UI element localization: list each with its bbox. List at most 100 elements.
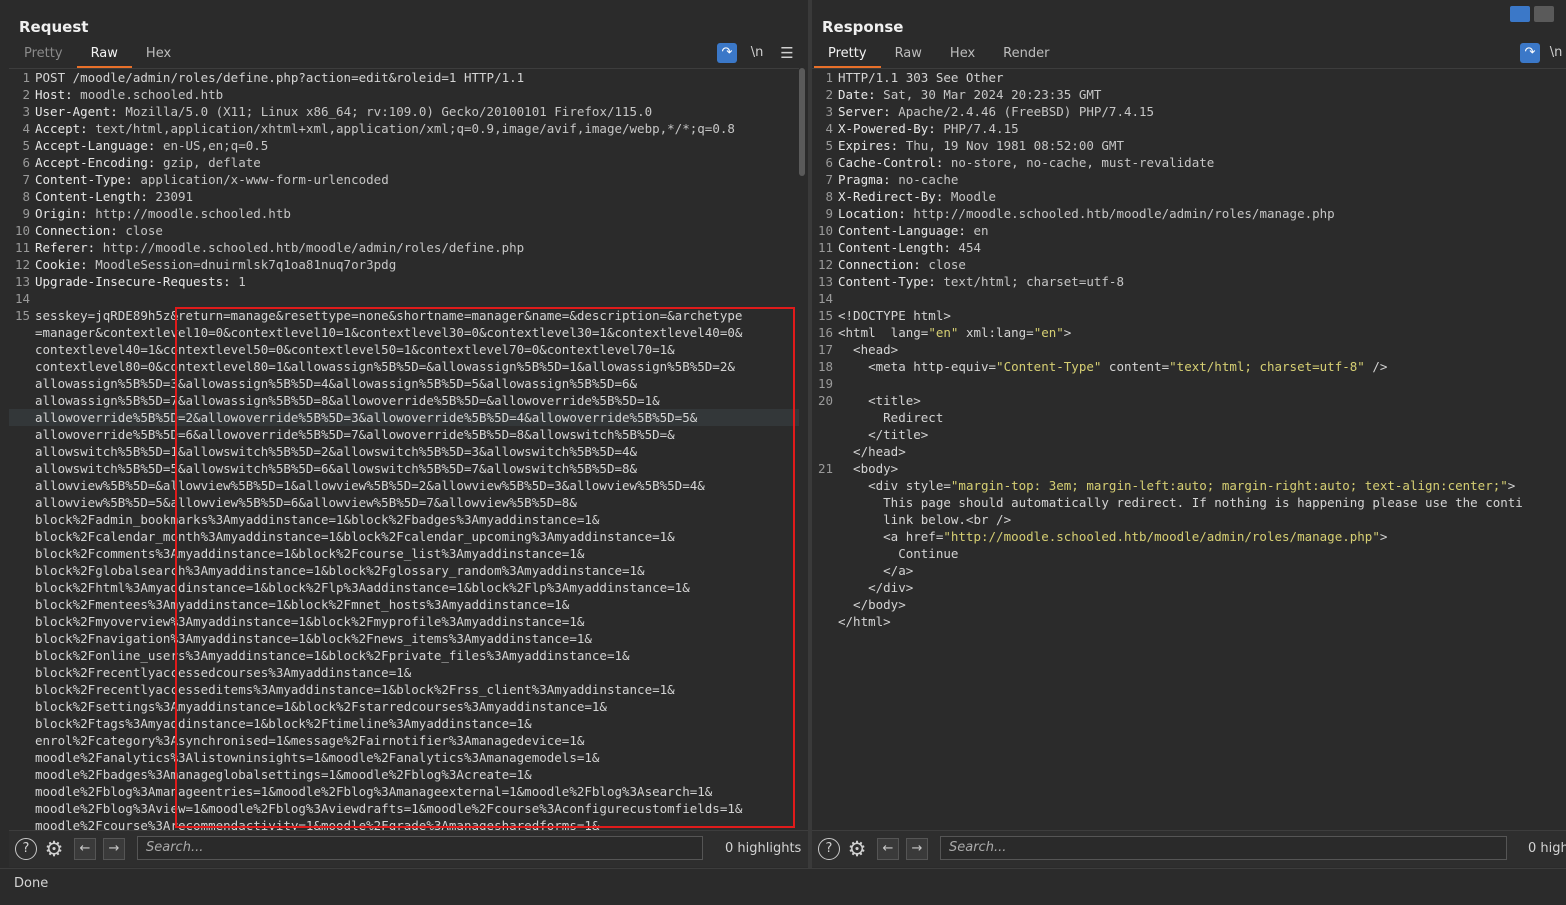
line-content: Pragma: no-cache — [838, 172, 959, 187]
wrap-lines-icon[interactable]: ↷ — [717, 43, 737, 63]
code-line: moodle%2Fanalytics%3Alistowninsights=1&m… — [9, 749, 799, 766]
wrap-lines-icon[interactable]: ↷ — [1520, 43, 1540, 63]
tab-hex[interactable]: Hex — [936, 44, 989, 66]
code-line: This page should automatically redirect.… — [812, 494, 1566, 511]
request-scrollbar[interactable] — [799, 68, 805, 176]
line-content: Accept: text/html,application/xhtml+xml,… — [35, 121, 735, 136]
line-content: Connection: close — [35, 223, 163, 238]
line-content: Accept-Language: en-US,en;q=0.5 — [35, 138, 269, 153]
status-bar: Done — [0, 868, 1566, 905]
hamburger-menu-icon[interactable]: ☰ — [777, 43, 797, 63]
line-content: <meta http-equiv="Content-Type" content=… — [838, 359, 1388, 374]
line-number: 11 — [817, 240, 833, 255]
line-number: 12 — [14, 257, 30, 272]
search-input[interactable]: Search... — [940, 836, 1507, 860]
back-arrow-icon[interactable]: ← — [74, 838, 96, 860]
line-content: Referer: http://moodle.schooled.htb/mood… — [35, 240, 525, 255]
line-content: Host: moodle.schooled.htb — [35, 87, 224, 102]
line-number: 4 — [825, 121, 833, 136]
tab-hex[interactable]: Hex — [132, 44, 185, 66]
code-line: block%2Fcomments%3Amyaddinstance=1&block… — [9, 545, 799, 562]
code-line: enrol%2Fcategory%3Asynchronised=1&messag… — [9, 732, 799, 749]
help-icon[interactable]: ? — [818, 838, 840, 860]
code-line: 19 — [812, 375, 1566, 392]
code-line: =manager&contextlevel10=0&contextlevel10… — [9, 324, 799, 341]
code-line: 9 Location: http://moodle.schooled.htb/mo… — [812, 205, 1566, 222]
code-line: contextlevel40=1&contextlevel50=0&contex… — [9, 341, 799, 358]
line-content: </html> — [838, 614, 891, 629]
line-content: <!DOCTYPE html> — [838, 308, 951, 323]
tab-pretty[interactable]: Pretty — [10, 44, 77, 66]
forward-arrow-icon[interactable]: → — [103, 838, 125, 860]
code-line: 20 <title> — [812, 392, 1566, 409]
code-line: 12 Connection: close — [812, 256, 1566, 273]
code-line: 3 Server: Apache/2.4.46 (FreeBSD) PHP/7.4… — [812, 103, 1566, 120]
code-line: 6 Cache-Control: no-store, no-cache, must… — [812, 154, 1566, 171]
code-line: moodle%2Fcourse%3Arecommendactivity=1&mo… — [9, 817, 799, 831]
code-line: 4 X-Powered-By: PHP/7.4.15 — [812, 120, 1566, 137]
back-arrow-icon[interactable]: ← — [877, 838, 899, 860]
code-line: block%2Fnavigation%3Amyaddinstance=1&blo… — [9, 630, 799, 647]
search-input[interactable]: Search... — [137, 836, 703, 860]
line-number: 6 — [22, 155, 30, 170]
code-line: 2 Date: Sat, 30 Mar 2024 20:23:35 GMT — [812, 86, 1566, 103]
code-line: moodle%2Fblog%3Aview=1&moodle%2Fblog%3Av… — [9, 800, 799, 817]
code-line: block%2Frecentlyaccesseditems%3Amyaddins… — [9, 681, 799, 698]
code-line: moodle%2Fbadges%3Amanageglobalsettings=1… — [9, 766, 799, 783]
line-number: 11 — [14, 240, 30, 255]
line-content: POST /moodle/admin/roles/define.php?acti… — [35, 70, 525, 85]
split-vertical-icon[interactable] — [1534, 6, 1554, 22]
line-content: link below.<br /> — [838, 512, 1012, 527]
split-horizontal-icon[interactable] — [1510, 6, 1530, 22]
code-line: </a> — [812, 562, 1566, 579]
line-number: 16 — [817, 325, 833, 340]
code-line: allowview%5B%5D=5&allowview%5B%5D=6&allo… — [9, 494, 799, 511]
tab-raw[interactable]: Raw — [881, 44, 936, 66]
newline-toggle-button[interactable]: \n — [1546, 43, 1566, 63]
code-line: block%2Fmyoverview%3Amyaddinstance=1&blo… — [9, 613, 799, 630]
code-line: 18 <meta http-equiv="Content-Type" conte… — [812, 358, 1566, 375]
line-content: <head> — [838, 342, 899, 357]
code-line: 3 User-Agent: Mozilla/5.0 (X11; Linux x86… — [9, 103, 799, 120]
code-line: Continue — [812, 545, 1566, 562]
line-content: allowswitch%5B%5D=1&allowswitch%5B%5D=2&… — [35, 444, 638, 459]
highlights-count: 0 highlights — [725, 841, 802, 856]
line-content: allowoverride%5B%5D=6&allowoverride%5B%5… — [35, 427, 675, 442]
gear-icon[interactable]: ⚙ — [43, 838, 65, 860]
line-number: 10 — [817, 223, 833, 238]
code-line: 15 sesskey=jqRDE89h5z&return=manage&reset… — [9, 307, 799, 324]
help-icon[interactable]: ? — [15, 838, 37, 860]
code-line: 6 Accept-Encoding: gzip, deflate — [9, 154, 799, 171]
tab-pretty[interactable]: Pretty — [814, 44, 881, 68]
code-line: 11 Content-Length: 454 — [812, 239, 1566, 256]
line-content: Content-Type: text/html; charset=utf-8 — [838, 274, 1124, 289]
line-content: allowswitch%5B%5D=5&allowswitch%5B%5D=6&… — [35, 461, 638, 476]
line-content: Redirect — [838, 410, 944, 425]
code-line: moodle%2Fblog%3Amanageentries=1&moodle%2… — [9, 783, 799, 800]
tab-render[interactable]: Render — [989, 44, 1063, 66]
code-line: </html> — [812, 613, 1566, 630]
line-number: 15 — [817, 308, 833, 323]
line-content: </title> — [838, 427, 929, 442]
tab-raw[interactable]: Raw — [76, 44, 132, 68]
line-content: block%2Fsettings%3Amyaddinstance=1&block… — [35, 699, 607, 714]
line-content: contextlevel80=0&contextlevel80=1&allowa… — [35, 359, 735, 374]
line-content: allowview%5B%5D=5&allowview%5B%5D=6&allo… — [35, 495, 577, 510]
response-footer: ? ⚙ ← → Search... 0 high — [812, 830, 1566, 867]
code-line: block%2Fhtml%3Amyaddinstance=1&block%2Fl… — [9, 579, 799, 596]
code-line: 13 Upgrade-Insecure-Requests: 1 — [9, 273, 799, 290]
code-line: 1 HTTP/1.1 303 See Other — [812, 69, 1566, 86]
line-content: User-Agent: Mozilla/5.0 (X11; Linux x86_… — [35, 104, 653, 119]
gear-icon[interactable]: ⚙ — [846, 838, 868, 860]
line-content: Cache-Control: no-store, no-cache, must-… — [838, 155, 1215, 170]
code-line: </body> — [812, 596, 1566, 613]
request-editor[interactable]: 1 POST /moodle/admin/roles/define.php?act… — [9, 68, 799, 831]
line-content: Date: Sat, 30 Mar 2024 20:23:35 GMT — [838, 87, 1102, 102]
line-content: <div style="margin-top: 3em; margin-left… — [838, 478, 1516, 493]
line-content: </head> — [838, 444, 906, 459]
line-content: X-Redirect-By: Moodle — [838, 189, 997, 204]
response-title: Response — [822, 18, 904, 36]
newline-toggle-button[interactable]: \n — [747, 43, 767, 63]
forward-arrow-icon[interactable]: → — [906, 838, 928, 860]
response-editor[interactable]: 1 HTTP/1.1 303 See Other 2 Date: Sat, 30 Ma… — [812, 68, 1566, 831]
